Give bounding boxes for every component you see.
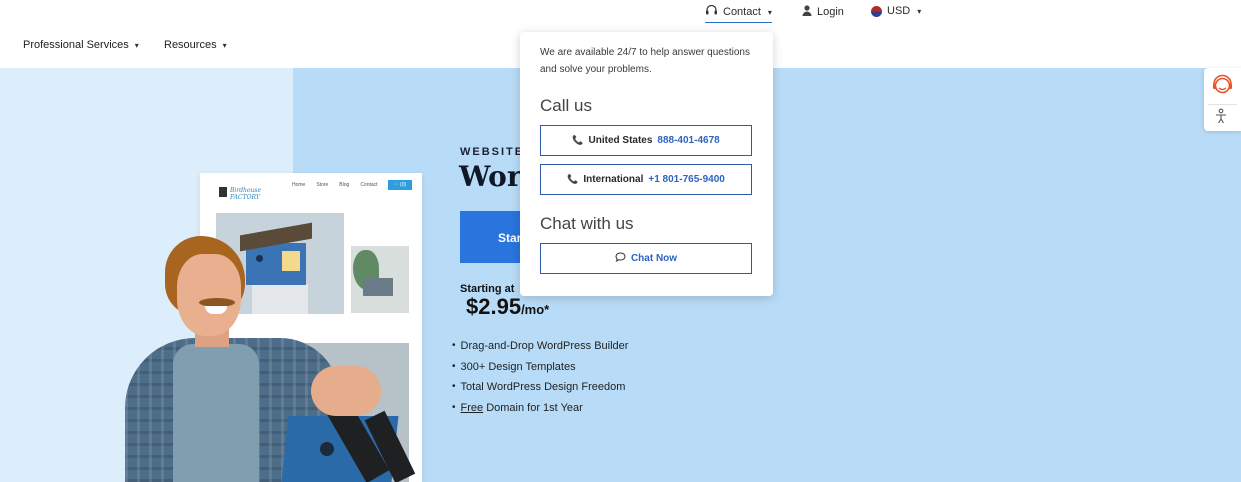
person-face <box>177 254 241 336</box>
person-tshirt <box>173 344 259 482</box>
contact-menu-button[interactable]: Contact ▾ <box>705 4 772 23</box>
free-domain-link[interactable]: Free <box>461 402 484 414</box>
us-phone-number: 888-401-4678 <box>657 135 720 146</box>
mock-logo-text: Birdhouse FACTORY <box>230 187 261 201</box>
mock-nav-blog: Blog <box>339 182 350 188</box>
bullet-icon: • <box>452 340 456 351</box>
price-display: $2.95/mo* <box>466 294 549 320</box>
mock-logo-line1: Birdhouse <box>230 187 262 194</box>
side-divider <box>1208 104 1237 105</box>
mock-nav: Home Store Blog Contact <box>292 182 378 188</box>
nav-label: Resources <box>164 39 217 51</box>
hero-headline: Wor <box>459 160 522 193</box>
phone-icon: 📞 <box>572 135 584 145</box>
chat-now-button[interactable]: Chat Now <box>540 243 752 274</box>
us-label: United States <box>588 135 653 146</box>
bullet-icon: • <box>452 381 456 392</box>
support-agent-icon[interactable] <box>1211 74 1234 97</box>
call-us-united-states-button[interactable]: 📞 United States 888-401-4678 <box>540 125 752 156</box>
feature-list: • Drag-and-Drop WordPress Builder • 300+ D… <box>452 340 628 422</box>
phone-icon: 📞 <box>567 174 579 184</box>
list-item: • 300+ Design Templates <box>452 361 628 382</box>
user-icon <box>802 5 812 19</box>
contact-intro-text: We are available 24/7 to help answer que… <box>540 47 750 75</box>
contact-dropdown: We are available 24/7 to help answer que… <box>520 32 773 296</box>
accessibility-icon[interactable] <box>1214 108 1228 127</box>
nav-professional-services[interactable]: Professional Services ▾ <box>23 39 139 51</box>
intl-phone-number: +1 801-765-9400 <box>648 174 725 185</box>
call-us-international-button[interactable]: 📞 International +1 801-765-9400 <box>540 164 752 195</box>
person-hand <box>311 366 381 416</box>
headset-icon <box>705 4 718 19</box>
list-item: • Drag-and-Drop WordPress Builder <box>452 340 628 361</box>
price-suffix: /mo* <box>521 302 550 317</box>
nav-label: Professional Services <box>23 39 129 51</box>
intl-label: International <box>583 174 644 185</box>
side-help-widget <box>1204 68 1241 131</box>
chevron-down-icon: ▾ <box>767 7 772 17</box>
login-button[interactable]: Login <box>802 5 844 19</box>
bullet-icon: • <box>452 401 456 413</box>
chevron-down-icon: ▾ <box>134 40 139 50</box>
feature-text: Domain for 1st Year <box>483 401 583 414</box>
chevron-down-icon: ▾ <box>222 40 227 50</box>
mock-nav-contact: Contact <box>360 182 378 188</box>
birdhouse-logo-icon <box>219 187 227 197</box>
feature-text: Total WordPress Design Freedom <box>460 381 626 393</box>
call-us-heading: Call us <box>540 96 592 115</box>
mock-nav-store: Store <box>316 182 329 188</box>
login-label: Login <box>817 6 844 18</box>
hero-person-image <box>125 234 416 482</box>
feature-text: Drag-and-Drop WordPress Builder <box>460 340 629 352</box>
mock-cart-button: 🛒(0) <box>388 180 412 190</box>
chat-bubble-icon <box>615 252 626 265</box>
chat-now-label: Chat Now <box>630 253 678 264</box>
currency-label: USD <box>887 5 911 17</box>
chat-with-us-heading: Chat with us <box>540 214 634 233</box>
nav-resources[interactable]: Resources ▾ <box>164 39 227 51</box>
list-item: • Total WordPress Design Freedom <box>452 381 628 402</box>
contact-label: Contact <box>723 6 761 18</box>
mock-logo-line2: FACTORY <box>230 194 260 201</box>
bullet-icon: • <box>452 360 456 372</box>
list-item: • Free Domain for 1st Year <box>452 402 628 423</box>
feature-text: 300+ Design Templates <box>460 360 576 373</box>
currency-selector[interactable]: USD ▾ <box>871 5 921 17</box>
price-value: $2.95 <box>466 294 522 319</box>
mock-nav-home: Home <box>292 182 306 188</box>
hero-eyebrow: WEBSITE <box>460 146 525 158</box>
mock-cart-count: (0) <box>400 182 407 188</box>
utility-bar: Contact ▾ Login USD ▾ <box>0 0 1241 24</box>
chevron-down-icon: ▾ <box>917 6 922 16</box>
birdhouse-hole <box>320 442 334 456</box>
us-flag-icon <box>871 5 882 17</box>
